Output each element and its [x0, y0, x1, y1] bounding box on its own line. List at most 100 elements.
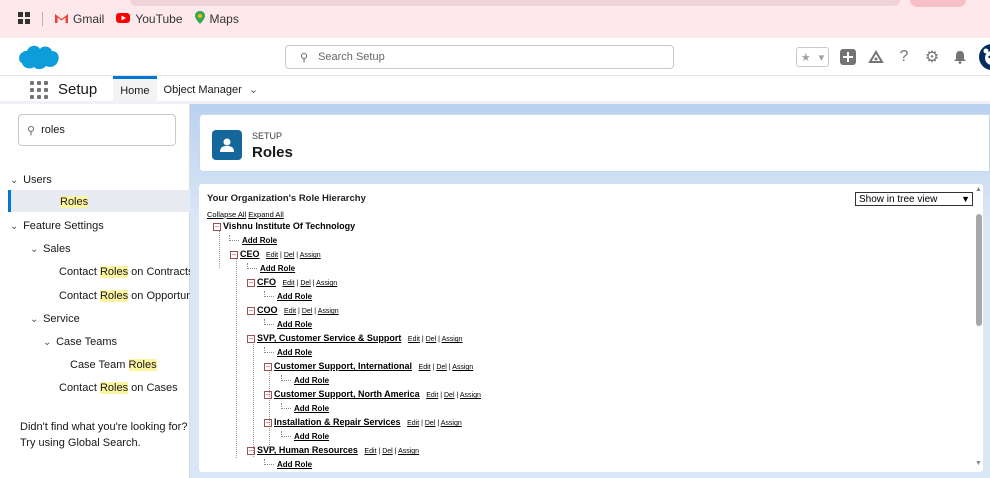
bell-icon[interactable]: [951, 48, 969, 66]
tab-label: Object Manager: [163, 84, 242, 96]
sidebar-item-sales[interactable]: ⌄ Sales: [30, 243, 71, 255]
edit-link[interactable]: Edit: [283, 280, 295, 287]
tree-elbow: [281, 431, 291, 437]
youtube-icon: [116, 12, 131, 26]
role-actions: Edit | Del | Assign: [284, 308, 339, 315]
role-link-svp-cs[interactable]: SVP, Customer Service & Support: [257, 333, 401, 343]
sidebar-item-label: on Contracts: [128, 266, 194, 278]
collapse-toggle-icon[interactable]: –: [247, 306, 255, 315]
tab-home[interactable]: Home: [113, 76, 157, 101]
tree-elbow: [281, 375, 291, 381]
maps-pin-icon: [194, 11, 205, 27]
edit-link[interactable]: Edit: [364, 448, 376, 455]
collapse-toggle-icon[interactable]: –: [247, 446, 255, 455]
sidebar-item-case-teams[interactable]: ⌄ Case Teams: [43, 336, 117, 348]
help-icon[interactable]: ?: [895, 48, 913, 66]
edit-link[interactable]: Edit: [419, 364, 431, 371]
expand-all-link[interactable]: Expand All: [248, 210, 283, 219]
sidebar-item-case-team-roles[interactable]: Case Team Roles: [70, 359, 157, 371]
edit-link[interactable]: Edit: [284, 308, 296, 315]
role-link-cfo[interactable]: CFO: [257, 277, 276, 287]
add-role-link[interactable]: Add Role: [242, 236, 277, 245]
role-link-ceo[interactable]: CEO: [240, 249, 260, 259]
collapse-toggle-icon[interactable]: –: [264, 390, 272, 399]
collapse-toggle-icon[interactable]: –: [230, 250, 238, 259]
tree-node-add-role: Add Role: [281, 403, 329, 413]
assign-link[interactable]: Assign: [452, 364, 473, 371]
scrollbar-thumb[interactable]: [976, 214, 982, 326]
trailhead-icon[interactable]: [867, 48, 885, 66]
del-link[interactable]: Del: [382, 448, 393, 455]
vertical-scrollbar[interactable]: ▲ ▼: [974, 184, 983, 472]
del-link[interactable]: Del: [284, 252, 295, 259]
search-highlight: Roles: [128, 359, 157, 371]
add-role-link[interactable]: Add Role: [277, 320, 312, 329]
assign-link[interactable]: Assign: [442, 336, 463, 343]
quick-find-input[interactable]: ⚲ roles: [18, 114, 176, 146]
sidebar-item-contact-roles-opportunities[interactable]: Contact Roles on Opportunities: [59, 290, 212, 302]
add-role-link[interactable]: Add Role: [294, 404, 329, 413]
user-avatar[interactable]: [979, 44, 990, 70]
assign-link[interactable]: Assign: [460, 392, 481, 399]
role-link-installation-repair[interactable]: Installation & Repair Services: [274, 417, 401, 427]
edit-link[interactable]: Edit: [426, 392, 438, 399]
assign-link[interactable]: Assign: [441, 420, 462, 427]
scroll-up-icon[interactable]: ▲: [975, 186, 982, 193]
app-launcher-icon[interactable]: [30, 81, 48, 99]
del-link[interactable]: Del: [444, 392, 455, 399]
edit-link[interactable]: Edit: [407, 420, 419, 427]
sidebar-item-feature-settings[interactable]: ⌄ Feature Settings: [10, 220, 104, 232]
apps-grid-icon[interactable]: [18, 11, 30, 27]
assign-link[interactable]: Assign: [300, 252, 321, 259]
edit-link[interactable]: Edit: [408, 336, 420, 343]
del-link[interactable]: Del: [436, 364, 447, 371]
role-link-cs-north-america[interactable]: Customer Support, North America: [274, 389, 420, 399]
collapse-toggle-icon[interactable]: –: [247, 278, 255, 287]
collapse-all-link[interactable]: Collapse All: [207, 210, 246, 219]
bookmark-gmail[interactable]: Gmail: [55, 12, 104, 26]
view-select[interactable]: Show in tree view ▼: [855, 192, 973, 206]
collapse-toggle-icon[interactable]: –: [264, 362, 272, 371]
add-role-link[interactable]: Add Role: [277, 292, 312, 301]
no-result-text: Didn't find what you're looking for?: [20, 421, 188, 433]
del-link[interactable]: Del: [300, 280, 311, 287]
add-role-link[interactable]: Add Role: [294, 432, 329, 441]
collapse-toggle-icon[interactable]: –: [247, 334, 255, 343]
del-link[interactable]: Del: [302, 308, 313, 315]
role-link-svp-hr[interactable]: SVP, Human Resources: [257, 445, 358, 455]
favorites-button[interactable]: ★ ▾: [796, 47, 829, 67]
user-role-icon: [212, 130, 242, 160]
sidebar-item-users[interactable]: ⌄ Users: [10, 174, 52, 186]
global-actions-icon[interactable]: [839, 48, 857, 66]
add-role-link[interactable]: Add Role: [277, 460, 312, 469]
sidebar-item-contact-roles-contracts[interactable]: Contact Roles on Contracts: [59, 266, 194, 278]
tree-node-cs-north-america: – Customer Support, North America Edit | …: [264, 389, 481, 399]
role-link-coo[interactable]: COO: [257, 305, 278, 315]
bookmark-youtube[interactable]: YouTube: [116, 12, 183, 26]
bookmark-maps[interactable]: Maps: [194, 11, 239, 27]
add-role-link[interactable]: Add Role: [260, 264, 295, 273]
sidebar-item-service[interactable]: ⌄ Service: [30, 313, 80, 325]
del-link[interactable]: Del: [426, 336, 437, 343]
action-separator: |: [314, 308, 317, 315]
role-link-cs-international[interactable]: Customer Support, International: [274, 361, 412, 371]
assign-link[interactable]: Assign: [316, 280, 337, 287]
tree-elbow: [229, 235, 239, 241]
tree-node-add-role: Add Role: [264, 347, 312, 357]
assign-link[interactable]: Assign: [398, 448, 419, 455]
assign-link[interactable]: Assign: [318, 308, 339, 315]
sidebar-item-roles[interactable]: Roles: [60, 196, 89, 208]
add-role-link[interactable]: Add Role: [294, 376, 329, 385]
gear-icon[interactable]: ⚙: [923, 48, 941, 66]
collapse-toggle-icon[interactable]: –: [213, 222, 221, 231]
tab-object-manager[interactable]: Object Manager ⌄: [157, 76, 266, 101]
global-search-input[interactable]: ⚲ Search Setup: [285, 45, 674, 69]
salesforce-logo[interactable]: [18, 43, 60, 71]
edit-link[interactable]: Edit: [266, 252, 278, 259]
collapse-toggle-icon[interactable]: –: [264, 418, 272, 427]
sidebar-item-contact-roles-cases[interactable]: Contact Roles on Cases: [59, 382, 178, 394]
add-role-link[interactable]: Add Role: [277, 348, 312, 357]
scroll-down-icon[interactable]: ▼: [975, 460, 982, 467]
chevron-down-icon: ▼: [961, 194, 970, 204]
del-link[interactable]: Del: [425, 420, 436, 427]
